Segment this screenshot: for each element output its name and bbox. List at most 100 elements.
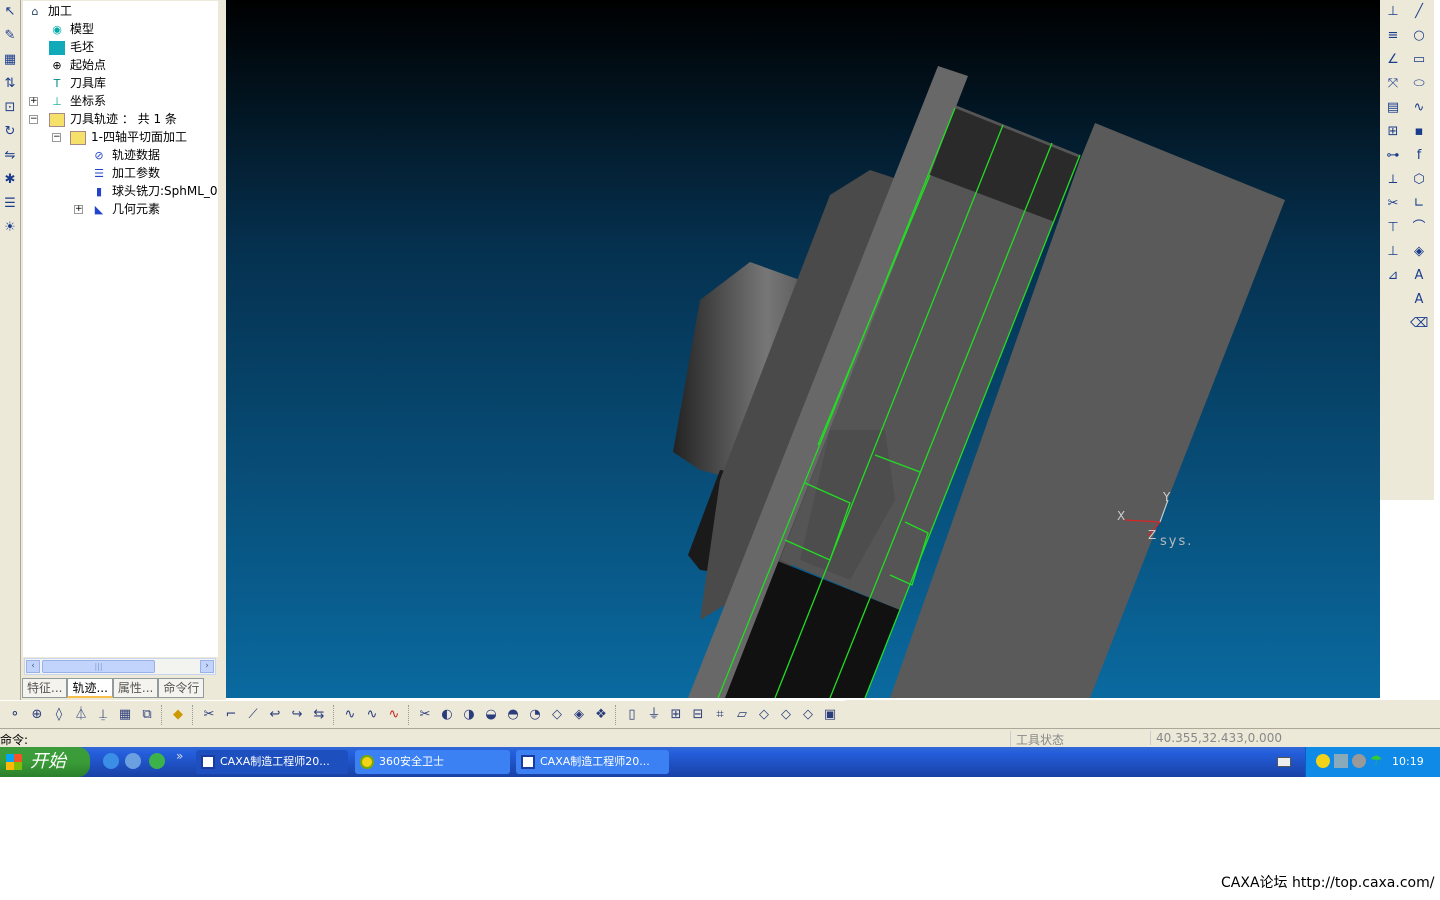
extend-icon[interactable]: ⇆ — [308, 705, 330, 725]
browser-icon[interactable] — [125, 753, 141, 769]
scale-icon[interactable]: ⤧ — [1384, 75, 1402, 93]
text-icon[interactable]: A — [1410, 267, 1428, 285]
tab-features[interactable]: 特征... — [22, 678, 68, 698]
box-icon[interactable]: ▣ — [819, 705, 841, 725]
collapse-icon[interactable]: − — [52, 133, 61, 142]
edit-icon[interactable]: ⇅ — [1, 75, 19, 93]
tree-hscrollbar[interactable]: ‹ ||| › — [24, 658, 216, 675]
surface-extend-icon[interactable]: ◒ — [480, 705, 502, 725]
query-icon[interactable]: ⊞ — [1384, 123, 1402, 141]
array-icon[interactable]: ⏃ — [70, 705, 92, 725]
layer-icon[interactable]: ☰ — [1, 195, 19, 213]
plane-icon[interactable]: ▱ — [731, 705, 753, 725]
fit-icon[interactable]: ⊶ — [1384, 147, 1402, 165]
eraser-icon[interactable]: ⌫ — [1410, 315, 1428, 333]
tree-node-coord-system[interactable]: ⊥ 坐标系 — [49, 92, 106, 110]
line-icon[interactable]: ╱ — [1410, 3, 1428, 21]
text-style-icon[interactable]: A — [1410, 291, 1428, 309]
scale-icon[interactable]: ⍊ — [92, 705, 114, 725]
list-icon[interactable]: ▤ — [1384, 99, 1402, 117]
offset-icon[interactable]: ↪ — [286, 705, 308, 725]
sketch-icon[interactable]: ✎ — [1, 27, 19, 45]
start-button[interactable]: 开始 — [0, 747, 90, 777]
mirror-icon[interactable]: ⇋ — [1, 147, 19, 165]
volume-icon[interactable] — [1352, 754, 1366, 768]
tree-node-tool[interactable]: ▮ 球头铣刀:SphML_0 — [91, 182, 218, 200]
solid-rib-icon[interactable]: ⌗ — [709, 705, 731, 725]
polygon-icon[interactable]: ⬡ — [1410, 171, 1428, 189]
color-icon[interactable]: ▦ — [1, 51, 19, 69]
tree-node-operation[interactable]: 1-四轴平切面加工 — [70, 128, 187, 146]
surface-offset-icon[interactable]: ◑ — [458, 705, 480, 725]
join-icon[interactable]: ↩ — [264, 705, 286, 725]
scroll-left-icon[interactable]: ‹ — [26, 660, 40, 673]
umbrella-icon[interactable]: ☂ — [1370, 754, 1383, 768]
draft-icon[interactable]: ◇ — [775, 705, 797, 725]
tab-command-line[interactable]: 命令行 — [158, 678, 205, 698]
ellipse-icon[interactable]: ⬭ — [1410, 75, 1428, 93]
tree-node-toolpath[interactable]: 刀具轨迹 ： 共 1 条 — [49, 110, 177, 128]
solid-revolve-icon[interactable]: ⏚ — [643, 705, 665, 725]
tree-node-params[interactable]: ☰ 加工参数 — [91, 164, 160, 182]
tree-node-machining[interactable]: ⌂ 加工 — [27, 2, 73, 20]
task-caxa-2[interactable]: CAXA制造工程师20... — [516, 750, 669, 774]
fillet-icon[interactable]: ⌐ — [220, 705, 242, 725]
360-tray-icon[interactable] — [1316, 754, 1330, 768]
point-icon[interactable]: ▪ — [1410, 123, 1428, 141]
solid-hole-icon[interactable]: ⊟ — [687, 705, 709, 725]
shell-icon[interactable]: ◇ — [753, 705, 775, 725]
solid-extrude-icon[interactable]: ▯ — [621, 705, 643, 725]
network-icon[interactable] — [1334, 754, 1348, 768]
break-icon[interactable]: ⊤ — [1384, 219, 1402, 237]
tree-node-path-data[interactable]: ⊘ 轨迹数据 — [91, 146, 160, 164]
mirror-icon[interactable]: ◊ — [48, 705, 70, 725]
solid-cut-icon[interactable]: ⊞ — [665, 705, 687, 725]
scroll-thumb[interactable]: ||| — [42, 660, 155, 673]
dimension-icon[interactable]: ⊥ — [1384, 3, 1402, 21]
tree-node-tool-library[interactable]: T 刀具库 — [49, 74, 106, 92]
tab-properties[interactable]: 属性... — [112, 678, 159, 698]
eraser-icon[interactable]: ◆ — [167, 705, 189, 725]
surface-icon[interactable]: ◈ — [1410, 243, 1428, 261]
refresh-icon[interactable] — [149, 753, 165, 769]
keyboard-icon[interactable] — [1277, 757, 1291, 767]
join-icon[interactable]: ⊥ — [1384, 243, 1402, 261]
quicklaunch-more[interactable]: » — [176, 749, 183, 763]
spline-icon[interactable]: ∿ — [1410, 99, 1428, 117]
rectangle-icon[interactable]: ▭ — [1410, 51, 1428, 69]
tree-node-blank[interactable]: 毛坯 — [49, 38, 94, 56]
light-icon[interactable]: ☀ — [1, 219, 19, 237]
collapse-icon[interactable]: − — [29, 115, 38, 124]
expand-icon[interactable]: + — [74, 205, 83, 214]
rotate-icon[interactable]: ↻ — [1, 123, 19, 141]
select-icon[interactable]: ↖ — [1, 3, 19, 21]
break-curve-icon[interactable]: ⟋ — [242, 705, 264, 725]
surface-fillet-icon[interactable]: ◐ — [436, 705, 458, 725]
transform-icon[interactable]: ⚬ — [4, 705, 26, 725]
grid-icon[interactable]: ▦ — [114, 705, 136, 725]
tree-node-model[interactable]: ◉ 模型 — [49, 20, 94, 38]
surface-trim-icon[interactable]: ✂ — [414, 705, 436, 725]
surface-merge-icon[interactable]: ◔ — [524, 705, 546, 725]
trim-icon[interactable]: ✂ — [1384, 195, 1402, 213]
copy-icon[interactable]: ⧉ — [136, 705, 158, 725]
tree-node-start-point[interactable]: ⊕ 起始点 — [49, 56, 106, 74]
surface-split-icon[interactable]: ◇ — [546, 705, 568, 725]
clock[interactable]: 10:19 — [1392, 747, 1424, 777]
curve-icon[interactable]: ∿ — [339, 705, 361, 725]
curve-fit-icon[interactable]: ∿ — [361, 705, 383, 725]
rotate-icon[interactable]: ⊕ — [26, 705, 48, 725]
circle-icon[interactable]: ○ — [1410, 27, 1428, 45]
scroll-right-icon[interactable]: › — [200, 660, 214, 673]
expand-icon[interactable]: + — [29, 97, 38, 106]
trim-curve-icon[interactable]: ✂ — [198, 705, 220, 725]
project-icon[interactable]: ⊿ — [1384, 267, 1402, 285]
curve-split-icon[interactable]: ∿ — [383, 705, 405, 725]
task-360[interactable]: 360安全卫士 — [355, 750, 510, 774]
angle-icon[interactable]: ∠ — [1384, 51, 1402, 69]
task-caxa-1[interactable]: CAXA制造工程师20... — [196, 750, 348, 774]
transform-icon[interactable]: ⊡ — [1, 99, 19, 117]
extend-icon[interactable]: ⟂ — [1384, 171, 1402, 189]
surface-sew-icon[interactable]: ❖ — [590, 705, 612, 725]
array-icon[interactable]: ✱ — [1, 171, 19, 189]
